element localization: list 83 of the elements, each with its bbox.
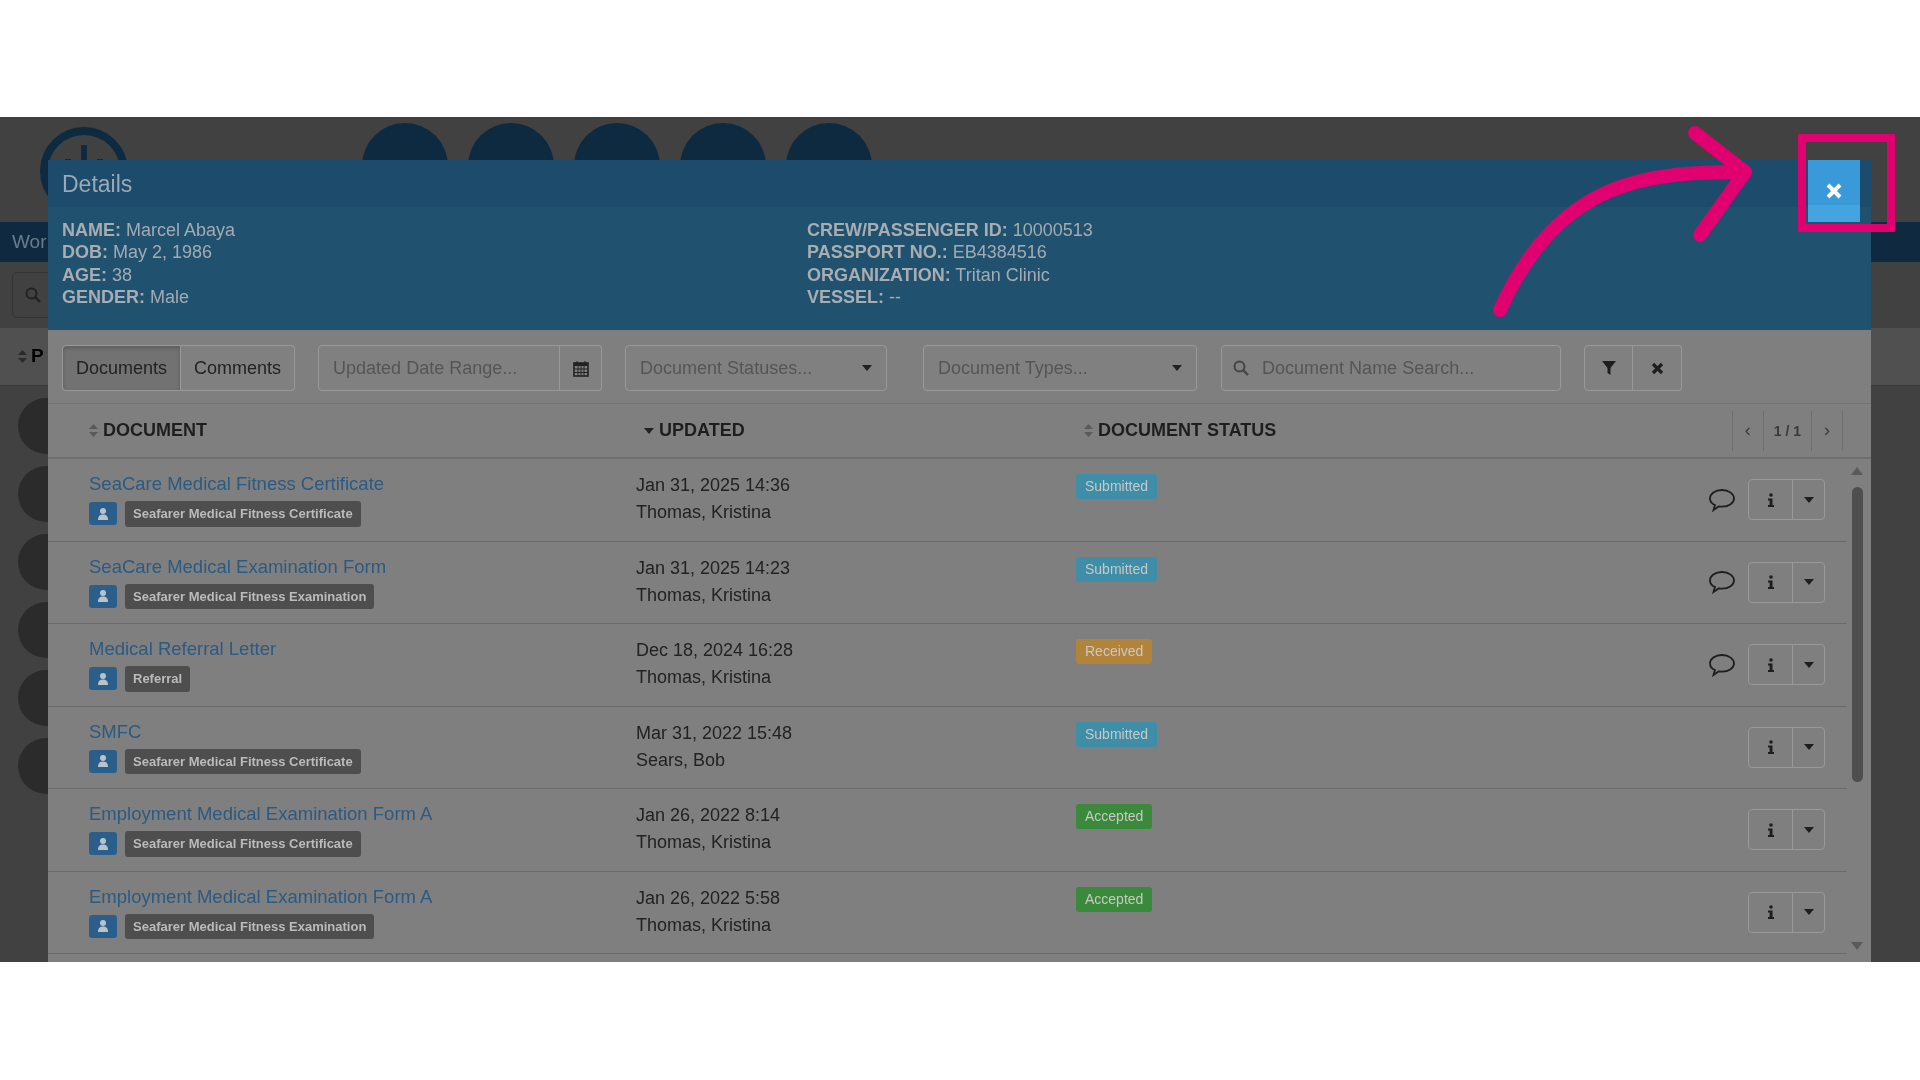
search-icon <box>25 287 41 303</box>
info-line: GENDER: Male <box>62 285 190 309</box>
caret-icon <box>1803 826 1814 833</box>
caret-icon <box>1172 365 1183 371</box>
document-link[interactable]: Employment Medical Examination Form A <box>89 884 433 909</box>
updated-date: Jan 26, 2022 8:14 <box>636 804 781 827</box>
info-icon <box>1766 822 1775 837</box>
clear-button[interactable] <box>1633 345 1683 391</box>
calendar-icon <box>572 359 589 377</box>
search-icon <box>1233 360 1250 376</box>
document-type-tag: Seafarer Medical Fitness Certificate <box>125 501 361 527</box>
info-line: DOB: May 2, 1986 <box>62 241 213 264</box>
status-label: Accepted <box>1076 804 1153 829</box>
filter-icon <box>1601 361 1616 375</box>
info-icon <box>1766 740 1775 755</box>
column-header[interactable]: DOCUMENT STATUS <box>1098 417 1277 444</box>
person-icon <box>89 914 117 938</box>
calendar-button[interactable] <box>560 345 603 391</box>
caret-icon <box>862 365 873 371</box>
tab[interactable]: Comments <box>181 345 296 391</box>
info-line: ORGANIZATION: Tritan Clinic <box>807 263 1050 286</box>
document-type-tag: Seafarer Medical Fitness Examination <box>125 913 375 939</box>
info-icon <box>1766 492 1775 507</box>
status-label: Received <box>1076 639 1153 664</box>
tab[interactable]: Documents <box>62 345 182 391</box>
person-icon <box>89 502 117 526</box>
info-icon <box>1766 657 1775 672</box>
nav-tab[interactable]: Wor <box>12 227 47 257</box>
document-link[interactable]: SeaCare Medical Fitness Certificate <box>89 472 385 496</box>
status-label: Submitted <box>1076 721 1158 747</box>
updated-date: Dec 18, 2024 16:28 <box>636 639 794 662</box>
author-name: Thomas, Kristina <box>636 501 772 524</box>
caret-icon <box>1803 579 1814 586</box>
scroll-up-icon <box>1851 467 1863 475</box>
document-link[interactable]: SMFC <box>89 719 142 744</box>
dialog-title: Details <box>62 171 133 197</box>
status-label: Submitted <box>1076 556 1158 582</box>
info-line: NAME: Marcel Abaya <box>62 219 236 242</box>
previous-page-button[interactable]: ‹ <box>1732 417 1763 444</box>
document-type-tag: Referral <box>125 666 191 692</box>
document-link[interactable]: Employment Medical Examination Form A <box>89 802 433 826</box>
updated-date: Mar 31, 2022 15:48 <box>636 721 793 745</box>
person-icon <box>89 667 117 691</box>
info-line: CREW/PASSENGER ID: 10000513 <box>807 219 1093 242</box>
caret-icon <box>1803 496 1814 503</box>
info-icon <box>1766 905 1775 920</box>
column-header[interactable]: UPDATED <box>659 417 745 444</box>
status-label: Submitted <box>1076 474 1158 499</box>
document-type-tag: Seafarer Medical Fitness Certificate <box>125 748 361 774</box>
info-line: AGE: 38 <box>62 263 133 286</box>
caret-icon <box>1803 909 1814 916</box>
person-icon <box>89 832 117 856</box>
sort-icon <box>18 350 27 363</box>
author-name: Thomas, Kristina <box>636 583 772 607</box>
caret-icon <box>1803 661 1814 668</box>
caret-icon <box>1803 744 1814 751</box>
person-icon <box>89 584 117 608</box>
author-name: Sears, Bob <box>636 748 726 772</box>
next-page-button[interactable]: › <box>1812 417 1842 444</box>
column-header[interactable]: DOCUMENT <box>103 417 207 444</box>
close-icon <box>1826 183 1842 199</box>
document-link[interactable]: Medical Referral Letter <box>89 637 277 661</box>
updated-date: Jan 31, 2025 14:36 <box>636 474 791 497</box>
info-line: VESSEL: -- <box>807 285 902 309</box>
author-name: Thomas, Kristina <box>636 913 772 937</box>
close-icon <box>1650 361 1664 375</box>
scroll-down-icon <box>1851 942 1863 950</box>
document-link[interactable]: SeaCare Medical Examination Form <box>89 554 387 579</box>
info-icon <box>1766 575 1775 590</box>
column-header[interactable]: P <box>31 342 44 371</box>
document-type-tag: Seafarer Medical Fitness Examination <box>125 583 375 609</box>
updated-date: Jan 26, 2022 5:58 <box>636 886 781 910</box>
author-name: Thomas, Kristina <box>636 831 772 854</box>
close-button[interactable] <box>1808 160 1860 222</box>
filter-button[interactable] <box>1584 345 1634 391</box>
scrollbar-thumb[interactable] <box>1851 487 1863 782</box>
status-label: Accepted <box>1076 886 1153 912</box>
updated-date: Jan 31, 2025 14:23 <box>636 556 791 580</box>
author-name: Thomas, Kristina <box>636 666 772 689</box>
person-icon <box>89 749 117 773</box>
info-line: PASSPORT NO.: EB4384516 <box>807 241 1047 264</box>
page-indicator: 1 / 1 <box>1762 410 1812 451</box>
document-type-tag: Seafarer Medical Fitness Certificate <box>125 831 361 857</box>
